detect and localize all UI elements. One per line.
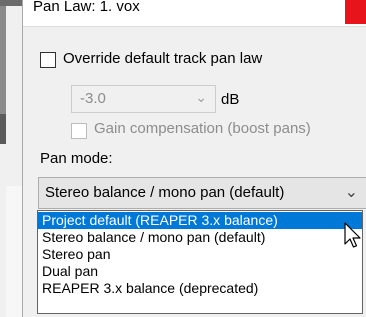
pan-law-db-value: -3.0: [80, 90, 106, 107]
pan-mode-option-stereo-pan[interactable]: Stereo pan: [38, 246, 362, 263]
window-title: Pan Law: 1. vox: [33, 0, 140, 15]
pan-mode-dropdown-list: Project default (REAPER 3.x balance) Ste…: [37, 210, 363, 314]
pan-mode-current-value: Stereo balance / mono pan (default): [45, 184, 285, 201]
title-bar[interactable]: Pan Law: 1. vox: [23, 0, 366, 27]
pan-mode-option-dual-pan[interactable]: Dual pan: [38, 263, 362, 280]
pan-mode-option-project-default[interactable]: Project default (REAPER 3.x balance): [38, 212, 362, 229]
chevron-down-icon: ⌄: [195, 89, 207, 105]
chevron-down-icon: ⌄: [344, 184, 358, 201]
pan-law-db-select[interactable]: -3.0 ⌄: [71, 85, 216, 113]
db-unit-label: dB: [221, 91, 240, 108]
screenshot: Pan Law: 1. vox Override default track p…: [0, 0, 366, 317]
mouse-pointer-icon: [344, 222, 361, 248]
pan-mode-label: Pan mode:: [40, 150, 113, 167]
pan-mode-select[interactable]: Stereo balance / mono pan (default) ⌄: [38, 177, 366, 209]
pan-law-dialog: Pan Law: 1. vox Override default track p…: [22, 0, 366, 317]
gain-compensation-label[interactable]: Gain compensation (boost pans): [94, 120, 311, 137]
host-window-edge: [0, 0, 22, 317]
override-pan-law-checkbox[interactable]: [40, 52, 56, 68]
gain-compensation-checkbox[interactable]: [71, 123, 87, 139]
close-icon[interactable]: [345, 0, 366, 24]
pan-mode-option-stereo-balance[interactable]: Stereo balance / mono pan (default): [38, 229, 362, 246]
override-pan-law-label[interactable]: Override default track pan law: [63, 50, 262, 67]
pan-mode-option-reaper-3x-balance[interactable]: REAPER 3.x balance (deprecated): [38, 280, 362, 297]
